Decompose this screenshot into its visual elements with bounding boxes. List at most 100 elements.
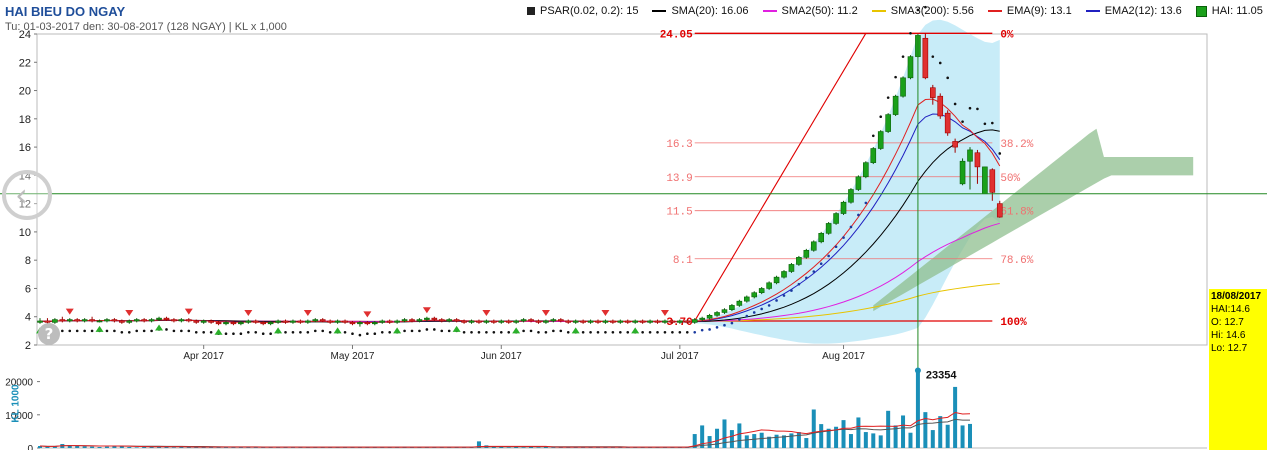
buy-signal-triangle <box>95 325 104 332</box>
info-high: Hi: 14.6 <box>1211 330 1246 341</box>
volume-bar <box>968 423 972 448</box>
candle-body <box>714 312 720 316</box>
x-tick-label: May 2017 <box>331 351 375 362</box>
candle-body <box>193 320 200 323</box>
candle-body <box>461 320 467 323</box>
legend-swatch <box>652 10 667 12</box>
legend-label: SMA(20): 16.06 <box>671 5 749 17</box>
prev-arrow-button[interactable]: ‹ <box>2 170 52 220</box>
legend-item: SMA3(200): 5.56 <box>871 5 974 17</box>
psar-dot <box>953 102 957 106</box>
candle-body <box>959 160 966 185</box>
candle-body <box>937 95 944 117</box>
psar-dot <box>321 329 325 333</box>
candle-body <box>572 320 579 323</box>
volume-bar <box>142 447 147 448</box>
buy-signal-triangle <box>452 325 461 332</box>
candle-body <box>743 296 750 302</box>
candle-body <box>840 201 847 214</box>
psar-dot <box>671 330 674 334</box>
sell-signal-triangle <box>660 310 669 317</box>
volume-bar <box>863 432 868 448</box>
candle-body <box>557 319 564 322</box>
candle-body <box>186 319 192 322</box>
candle-body <box>215 322 222 325</box>
candle-body <box>282 320 289 323</box>
fib-level-percent: 0% <box>1000 29 1014 41</box>
fib-level-value: 11.5 <box>666 207 692 219</box>
candle-body <box>877 131 884 149</box>
psar-dot <box>150 329 153 333</box>
candle-body <box>758 288 765 293</box>
volume-bar <box>938 416 943 448</box>
help-icon[interactable]: ? <box>38 323 60 345</box>
psar-dot <box>552 329 555 333</box>
psar-dot <box>433 328 436 331</box>
psar-dot <box>604 330 607 334</box>
candle-body <box>431 317 438 320</box>
candle-body <box>639 320 646 323</box>
candle-body <box>684 320 691 323</box>
info-low: Lo: 12.7 <box>1211 343 1248 354</box>
candle-body <box>580 320 586 323</box>
fib-level-value: 8.1 <box>673 255 693 267</box>
psar-dot <box>685 330 689 334</box>
volume-bar <box>804 438 809 448</box>
volume-bar <box>744 435 749 448</box>
sell-signal-triangle <box>184 308 193 315</box>
chevron-left-icon: ‹ <box>15 176 28 214</box>
buy-signal-triangle <box>214 328 223 335</box>
candle-body <box>275 320 281 323</box>
candle-body <box>773 276 780 284</box>
chart-svg: 24681012141618202224Apr 2017 May 2017 Jun … <box>0 0 1267 455</box>
candle-body <box>929 87 936 98</box>
candle-body <box>796 257 802 265</box>
psar-dot <box>291 330 295 334</box>
candle-body <box>438 319 445 322</box>
volume-max-marker <box>914 367 921 374</box>
psar-dot <box>797 282 801 286</box>
psar-dot <box>507 330 511 334</box>
candle-body <box>409 319 415 322</box>
candle-body <box>617 320 624 323</box>
psar-dot <box>857 213 860 217</box>
psar-dot <box>566 330 570 334</box>
psar-dot <box>559 329 563 333</box>
candle-body <box>699 317 705 320</box>
psar-dot <box>983 122 987 126</box>
candle-body <box>238 322 244 325</box>
candle-body <box>669 320 676 323</box>
psar-dot <box>529 329 533 333</box>
candle-body <box>371 322 378 325</box>
psar-dot <box>202 330 205 334</box>
psar-dot <box>760 307 763 311</box>
candle-body <box>855 176 862 190</box>
legend-item: HAI: 11.05 <box>1195 5 1263 17</box>
candle-body <box>111 319 118 322</box>
info-hai: HAI:14.6 <box>1211 304 1250 315</box>
candle-body <box>677 320 683 323</box>
psar-dot <box>805 276 808 280</box>
psar-dot <box>447 329 451 333</box>
candle-body <box>870 148 877 163</box>
candle-body <box>535 320 542 323</box>
volume-bar <box>722 419 727 448</box>
sell-signal-triangle <box>244 310 253 317</box>
psar-dot <box>239 332 243 335</box>
volume-bar <box>856 417 861 448</box>
candle-body <box>907 56 914 79</box>
price-tick-label: 16 <box>19 142 31 154</box>
fib-level-percent: 38.2% <box>1000 139 1033 151</box>
candle-body <box>974 152 981 168</box>
volume-bar <box>819 424 824 448</box>
psar-dot <box>485 330 488 334</box>
chart-subtitle: Tu: 01-03-2017 den: 30-08-2017 (128 NGAY… <box>5 21 287 33</box>
psar-dot <box>700 328 704 332</box>
legend-item: PSAR(0.02, 0.2): 15 <box>527 5 638 17</box>
fib-level-percent: 78.6% <box>1000 255 1033 267</box>
x-tick-label: Aug 2017 <box>822 351 865 362</box>
sell-signal-triangle <box>303 310 312 317</box>
psar-dot <box>782 294 786 297</box>
psar-dot <box>120 330 124 334</box>
candle-body <box>342 320 348 323</box>
